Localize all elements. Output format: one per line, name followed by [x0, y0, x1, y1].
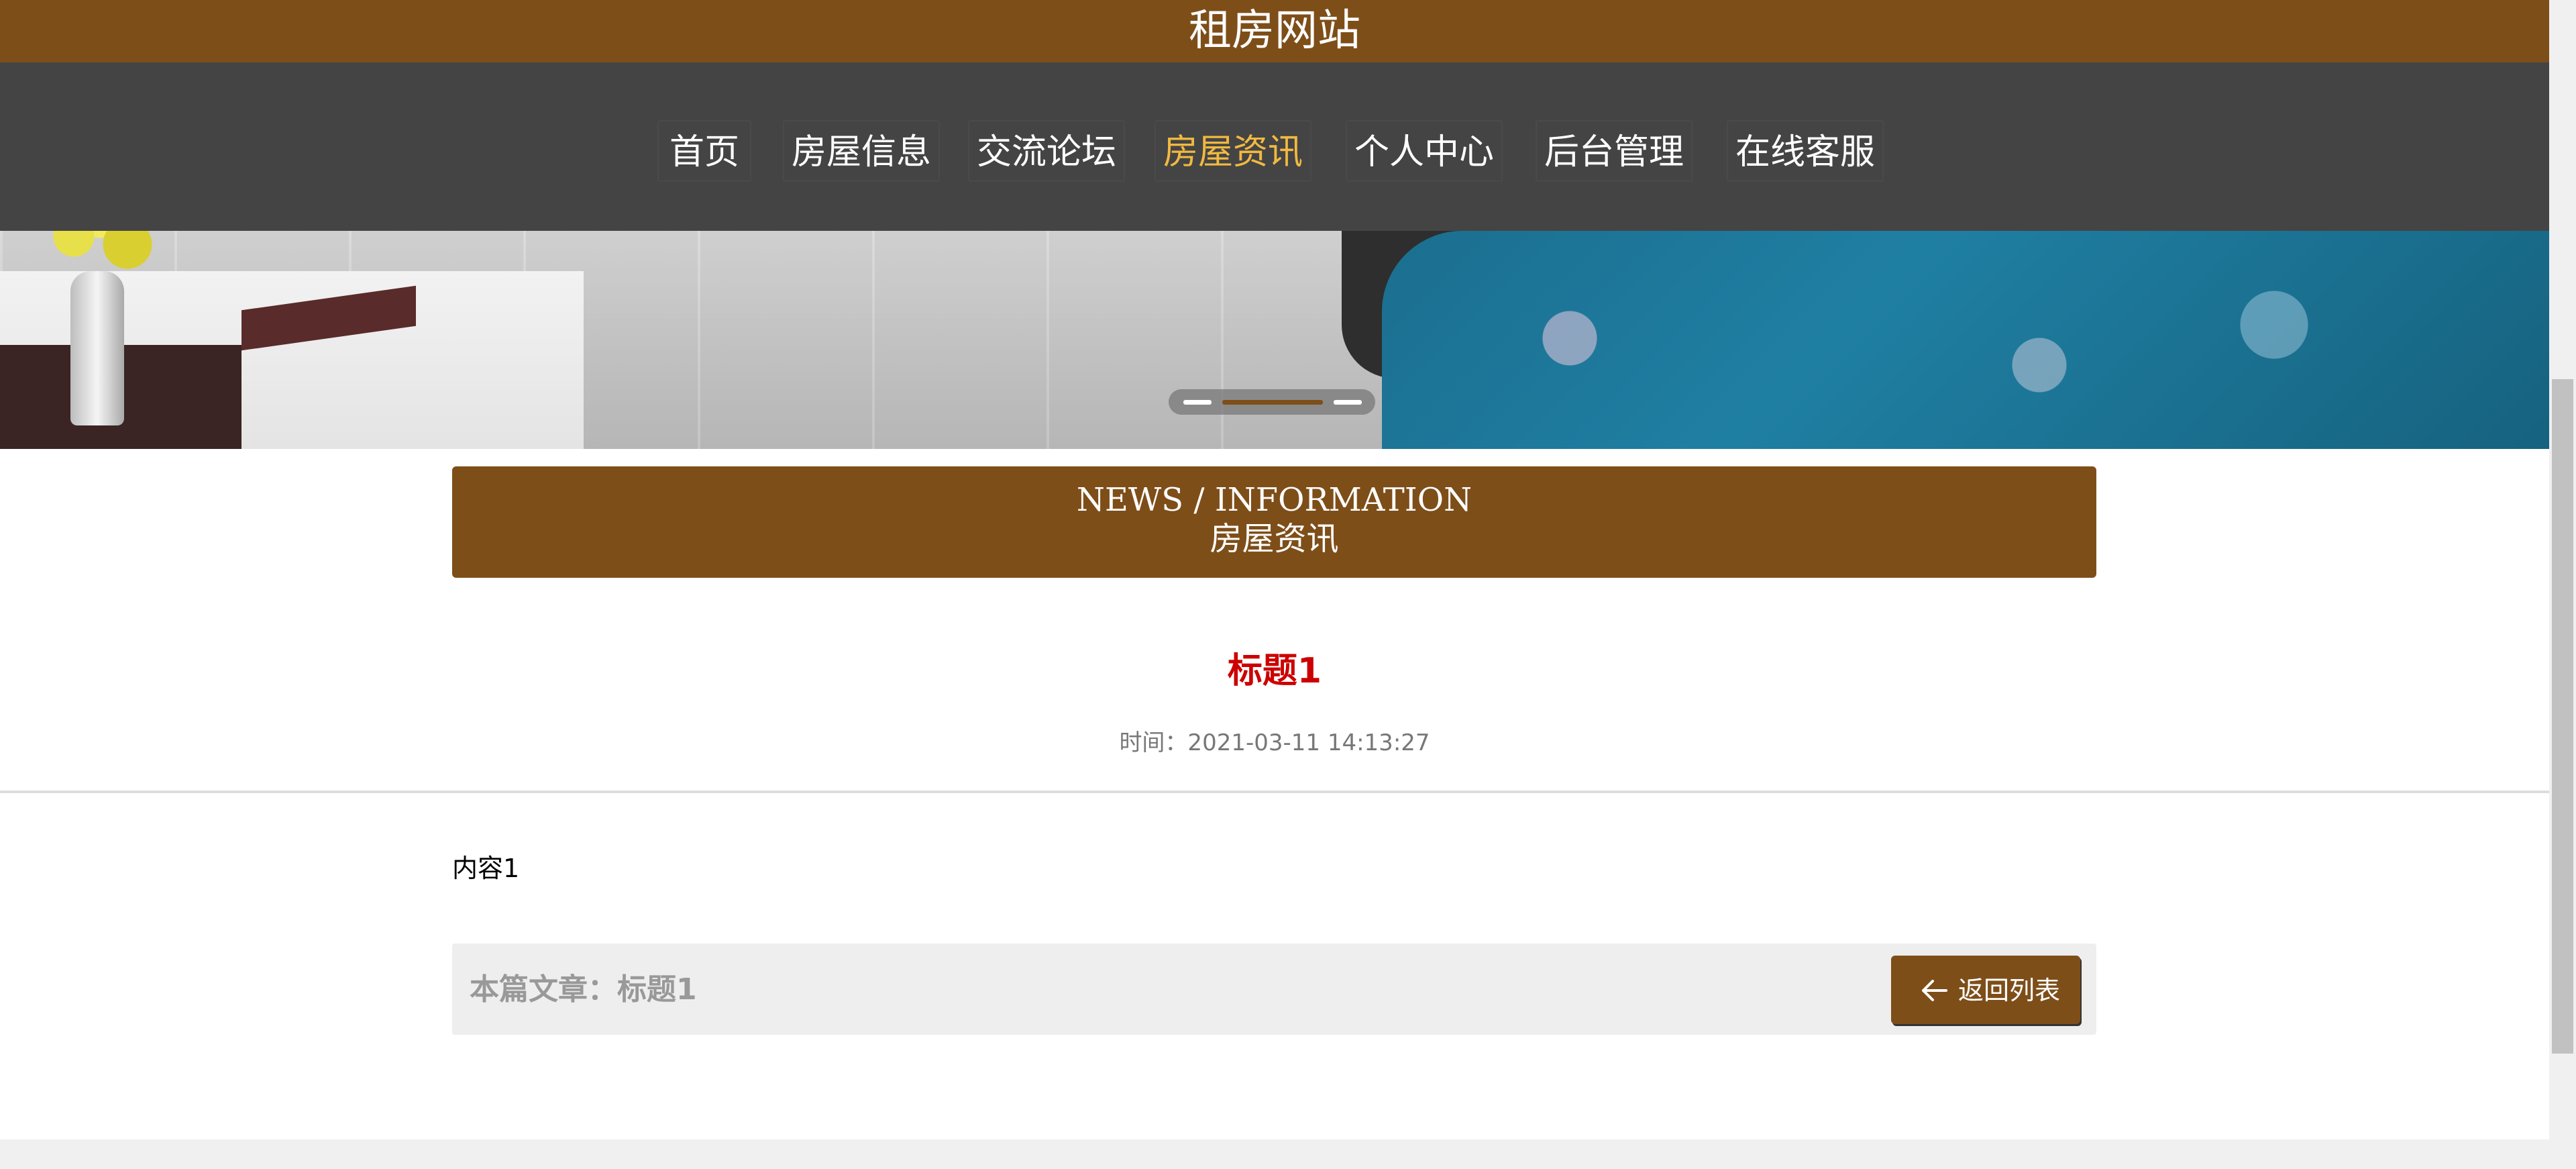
nav-item-admin[interactable]: 后台管理 — [1536, 120, 1693, 182]
main-nav: 首页 房屋信息 交流论坛 房屋资讯 个人中心 后台管理 在线客服 — [0, 62, 2549, 231]
nav-item-home[interactable]: 首页 — [657, 120, 751, 182]
carousel-dot-2[interactable] — [1222, 400, 1323, 405]
site-title: 租房网站 — [1189, 6, 1360, 56]
vertical-scrollbar[interactable] — [2549, 0, 2576, 1169]
banner-bed-pattern — [1476, 271, 2415, 405]
divider — [0, 791, 2549, 793]
carousel-dot-3[interactable] — [1334, 400, 1362, 405]
carousel-indicators — [1169, 389, 1375, 415]
nav-item-house-news[interactable]: 房屋资讯 — [1155, 120, 1311, 182]
scrollbar-thumb[interactable] — [2552, 379, 2573, 1054]
arrow-left-icon — [1922, 980, 1947, 1001]
banner-image — [0, 231, 2549, 449]
nav-item-house-info[interactable]: 房屋信息 — [783, 120, 940, 182]
article-content: 内容1 — [452, 854, 520, 883]
section-header: NEWS / INFORMATION 房屋资讯 — [452, 466, 2096, 578]
article-footer: 本篇文章：标题1 返回列表 — [452, 944, 2096, 1035]
nav-item-online-service[interactable]: 在线客服 — [1727, 120, 1884, 182]
back-to-list-label: 返回列表 — [1958, 976, 2061, 1005]
site-header: 租房网站 — [0, 0, 2549, 62]
banner-flowers — [34, 231, 168, 285]
article-time: 时间：2021-03-11 14:13:27 — [1119, 729, 1430, 756]
current-article-label: 本篇文章：标题1 — [470, 972, 697, 1007]
banner-vase — [70, 271, 124, 425]
back-to-list-button[interactable]: 返回列表 — [1891, 956, 2080, 1024]
section-title-cn: 房屋资讯 — [1210, 520, 1339, 558]
section-title-en: NEWS / INFORMATION — [1076, 481, 1472, 519]
nav-item-forum[interactable]: 交流论坛 — [968, 120, 1125, 182]
article-title: 标题1 — [1227, 651, 1322, 691]
carousel-dot-1[interactable] — [1183, 400, 1212, 405]
page-bottom-strip — [0, 1139, 2549, 1169]
nav-item-user-center[interactable]: 个人中心 — [1346, 120, 1503, 182]
